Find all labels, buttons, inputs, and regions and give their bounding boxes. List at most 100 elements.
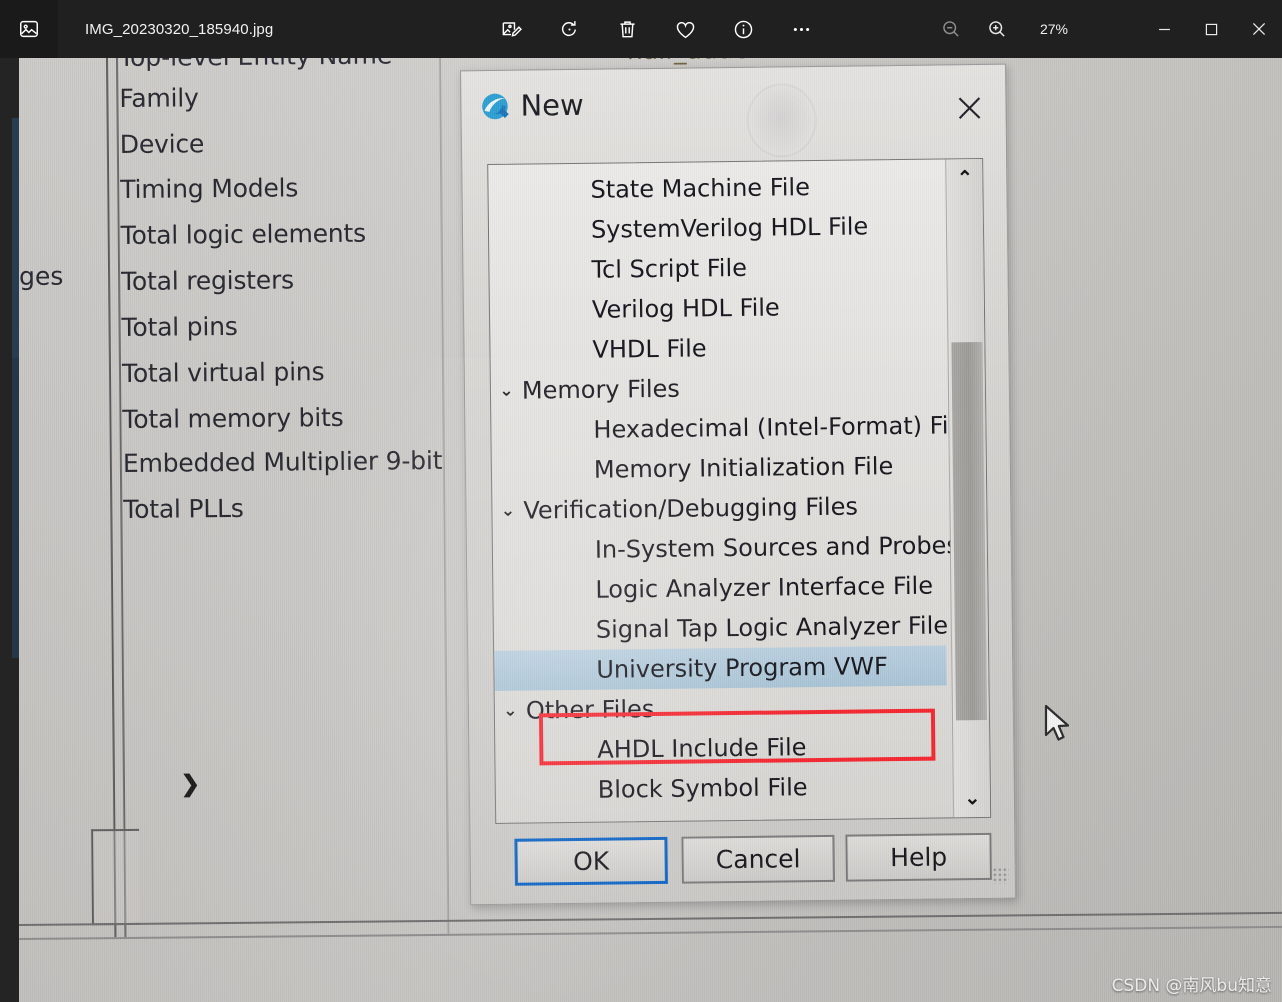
photo-viewport[interactable]: Top-level Entity Name half_adder ges Fam… — [0, 58, 1282, 1002]
photo-left-gutter — [0, 58, 19, 1002]
list-item-label: In-System Sources and Probes... — [594, 530, 982, 564]
cancel-button[interactable]: Cancel — [681, 834, 835, 884]
scroll-down-arrow-icon[interactable]: ⌄ — [954, 781, 991, 815]
dialog-resize-grip[interactable] — [992, 867, 1009, 884]
list-item-label: SystemVerilog HDL File — [590, 212, 869, 244]
list-item-hexadecimal-intel-format-file[interactable]: Hexadecimal (Intel-Format) File — [491, 405, 970, 451]
list-item-tcl-script-file[interactable]: Tcl Script File — [489, 245, 941, 291]
list-group-other-files[interactable]: ⌄ Other Files — [495, 685, 947, 731]
report-divider-right — [438, 58, 450, 934]
gutter-tint-lower — [12, 358, 19, 658]
more-options-button[interactable] — [782, 10, 820, 48]
help-button[interactable]: Help — [845, 832, 992, 882]
list-item-label: Logic Analyzer Interface File — [595, 571, 934, 604]
delete-icon — [619, 20, 635, 37]
report-row-top-label: Top-level Entity Name — [119, 58, 393, 72]
list-item-logic-analyzer-interface-file[interactable]: Logic Analyzer Interface File — [493, 565, 945, 611]
scrollbar-thumb[interactable] — [951, 341, 987, 721]
list-group-label: Memory Files — [521, 374, 681, 405]
zoom-controls: 27% — [932, 0, 1078, 58]
dialog-close-icon — [958, 97, 981, 119]
report-row-logic-elements: Total logic elements — [120, 218, 367, 251]
close-button[interactable] — [1235, 0, 1282, 58]
report-row-memory-bits: Total memory bits — [122, 402, 344, 435]
favorite-button[interactable] — [666, 10, 704, 48]
list-item-label: State Machine File — [590, 173, 811, 204]
window-controls — [1141, 0, 1282, 58]
dialog-titlebar: New — [461, 65, 1006, 158]
file-type-listbox[interactable]: State Machine File SystemVerilog HDL Fil… — [487, 157, 992, 824]
report-row-timing-models: Timing Models — [120, 173, 299, 205]
report-row-registers: Total registers — [121, 265, 295, 297]
list-item-label: Signal Tap Logic Analyzer File — [595, 611, 949, 644]
mouse-pointer-icon — [1044, 704, 1070, 741]
gutter-tint-upper — [12, 118, 19, 358]
list-item-label: VHDL File — [592, 334, 707, 364]
report-row-multiplier: Embedded Multiplier 9-bit — [122, 445, 443, 479]
zoom-out-icon — [943, 21, 959, 37]
scroll-up-arrow-icon[interactable]: ⌃ — [946, 161, 983, 195]
report-partial-left-label: ges — [19, 261, 64, 292]
list-item-memory-initialization-file[interactable]: Memory Initialization File — [492, 445, 944, 491]
list-item-label: Hexadecimal (Intel-Format) File — [593, 411, 971, 444]
list-item-vhdl-file[interactable]: VHDL File — [490, 325, 942, 371]
report-bottom-toolbar: ❯ Find... ✦ Find Next — [19, 770, 1282, 1002]
dialog-close-button[interactable] — [952, 91, 986, 125]
list-item-in-system-sources-and-probes[interactable]: In-System Sources and Probes... — [493, 525, 982, 571]
new-file-dialog: New State Machine File SystemVerilog HDL… — [460, 63, 1017, 906]
list-item-university-program-vwf[interactable]: University Program VWF — [494, 645, 947, 691]
favorite-heart-icon — [676, 21, 694, 38]
panel-expander[interactable]: ❯ — [91, 770, 200, 926]
chevron-down-icon: ⌄ — [503, 700, 518, 721]
photo-app-icon — [20, 20, 38, 38]
report-row-family: Family — [119, 83, 199, 114]
list-item-block-symbol-file[interactable]: Block Symbol File — [496, 765, 948, 811]
chevron-down-icon: ⌄ — [499, 380, 514, 401]
report-divider-left — [105, 58, 117, 938]
list-group-label: Other Files — [525, 695, 655, 725]
list-item-label: Memory Initialization File — [593, 452, 894, 484]
photos-app-titlebar: IMG_20230320_185940.jpg 27% — [0, 0, 1282, 58]
listbox-scrollbar[interactable]: ⌃ ⌄ — [945, 158, 991, 818]
toolbar-divider-2 — [19, 925, 1282, 940]
quartus-new-icon — [482, 93, 509, 120]
close-icon — [1252, 22, 1265, 36]
maximize-button[interactable] — [1188, 0, 1235, 58]
zoom-out-button[interactable] — [932, 10, 970, 48]
list-item-ahdl-include-file[interactable]: AHDL Include File — [495, 725, 947, 771]
chevron-right-icon: ❯ — [180, 770, 201, 797]
minimize-button[interactable] — [1141, 0, 1188, 58]
list-item-systemverilog-hdl-file[interactable]: SystemVerilog HDL File — [489, 205, 941, 251]
rotate-icon — [561, 20, 576, 36]
photo-toolbar — [492, 0, 820, 58]
edit-image-button[interactable] — [492, 10, 530, 48]
watermark-label: CSDN @南风bu知意 — [1111, 976, 1272, 996]
zoom-in-button[interactable] — [978, 10, 1016, 48]
zoom-level-label: 27% — [1039, 21, 1069, 37]
screen-smudge — [746, 82, 818, 158]
list-item-verilog-hdl-file[interactable]: Verilog HDL File — [490, 285, 942, 331]
maximize-icon — [1205, 23, 1218, 35]
list-item-state-machine-file[interactable]: State Machine File — [488, 165, 940, 211]
more-options-icon — [793, 27, 809, 31]
list-item-label: Block Symbol File — [597, 773, 808, 804]
rotate-button[interactable] — [550, 10, 588, 48]
report-row-top-value: half_adder — [627, 58, 759, 65]
info-icon — [734, 20, 752, 38]
report-row-pins: Total pins — [121, 311, 238, 343]
minimize-icon — [1159, 28, 1170, 30]
info-button[interactable] — [724, 10, 762, 48]
ok-button[interactable]: OK — [514, 836, 668, 886]
list-item-signal-tap-logic-analyzer-file[interactable]: Signal Tap Logic Analyzer File — [494, 605, 949, 651]
file-name-label: IMG_20230320_185940.jpg — [85, 20, 274, 38]
report-row-plls: Total PLLs — [123, 493, 244, 525]
edit-image-icon — [502, 21, 522, 37]
list-group-verification-debugging-files[interactable]: ⌄ Verification/Debugging Files — [492, 485, 944, 531]
list-item-label: AHDL Include File — [597, 733, 807, 764]
photographed-screen: Top-level Entity Name half_adder ges Fam… — [19, 58, 1282, 1002]
report-row-virtual-pins: Total virtual pins — [121, 357, 325, 389]
dialog-title: New — [520, 87, 584, 123]
list-group-memory-files[interactable]: ⌄ Memory Files — [491, 365, 943, 411]
delete-button[interactable] — [608, 10, 646, 48]
list-group-label: Verification/Debugging Files — [523, 492, 859, 525]
